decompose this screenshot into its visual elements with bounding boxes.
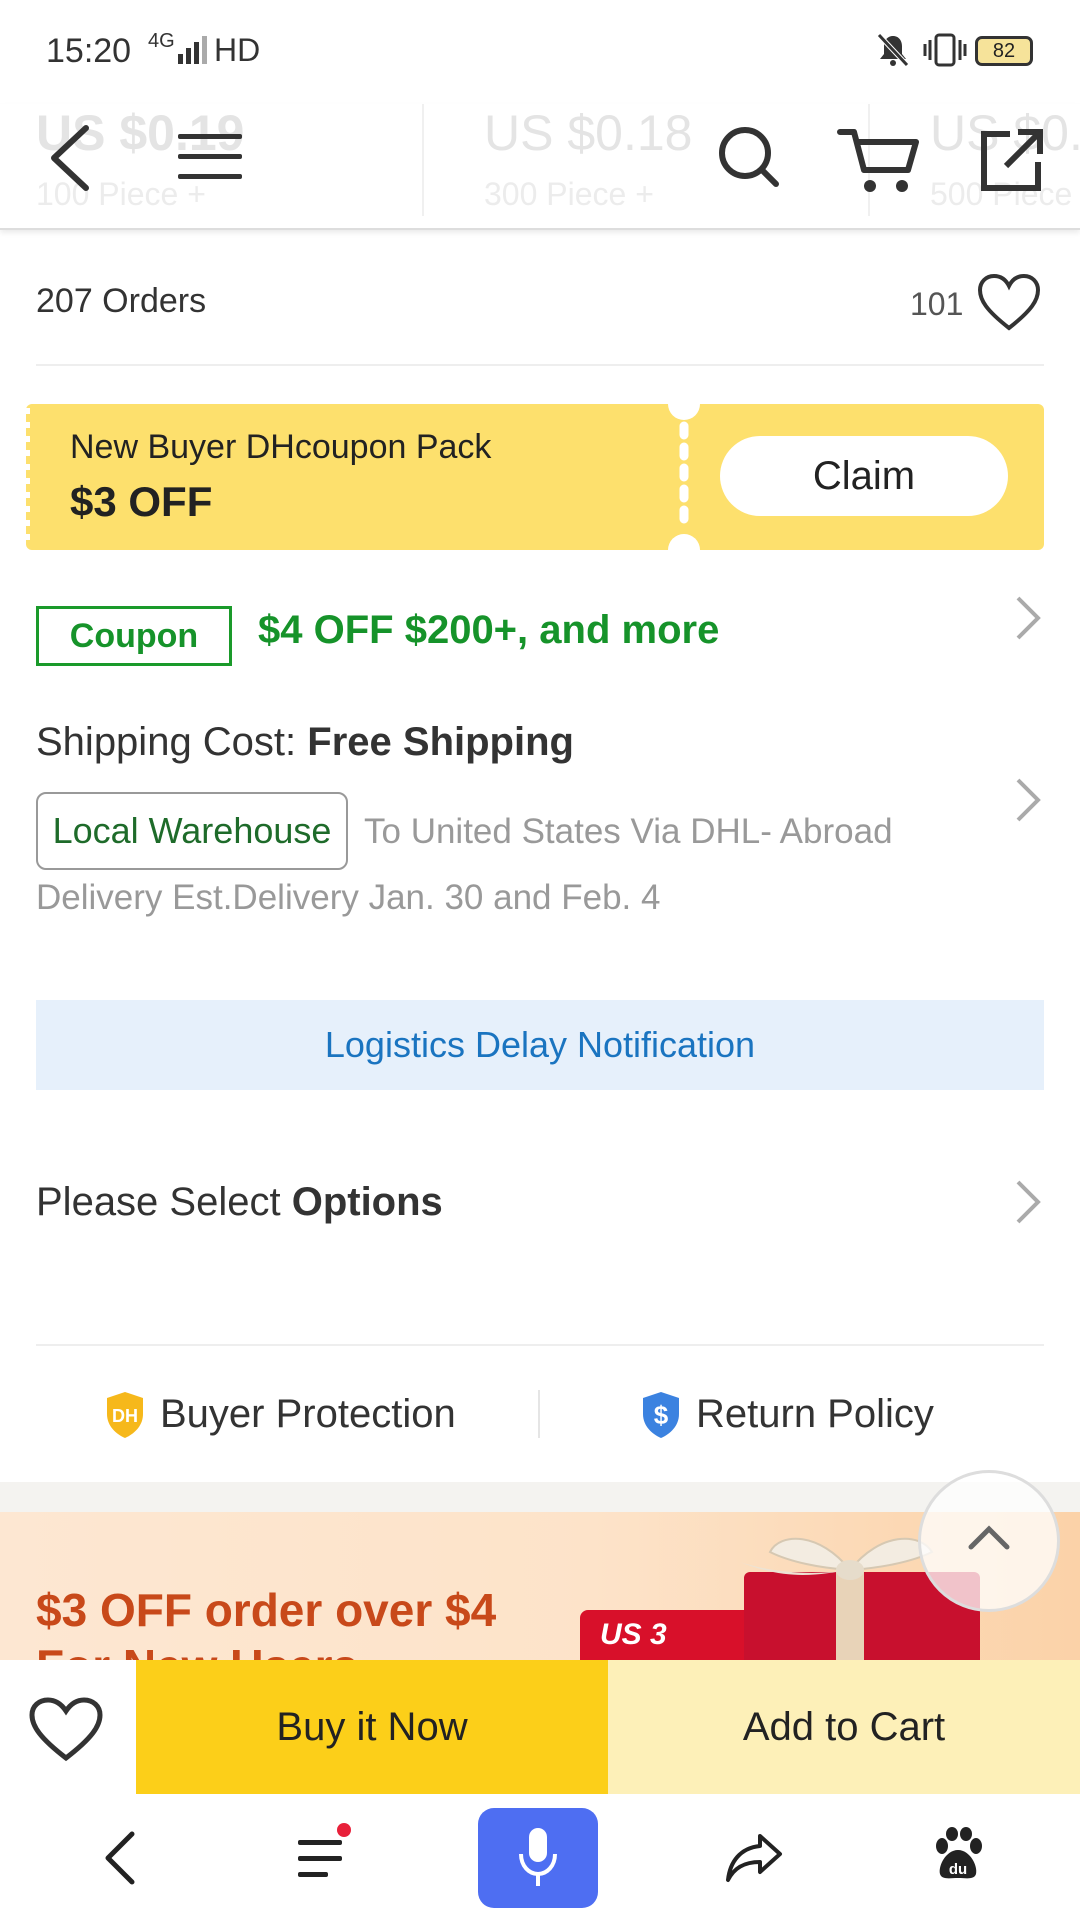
coupon-edge	[26, 408, 30, 546]
return-policy-shield-icon: $	[643, 1392, 679, 1438]
promo-text: $3 OFF order over $4 For New Users	[36, 1582, 496, 1660]
nav-share-icon[interactable]	[724, 1832, 784, 1884]
wishlist-heart-icon[interactable]	[28, 1696, 104, 1762]
buyer-protection-label[interactable]: Buyer Protection	[160, 1392, 456, 1437]
shipping-route: To United States Via DHL- Abroad	[364, 812, 893, 851]
bell-muted-icon	[877, 33, 909, 67]
share-external-icon[interactable]	[980, 128, 1044, 192]
promo-line2: For New Users	[36, 1638, 496, 1660]
baidu-paw-icon[interactable]: du	[930, 1826, 986, 1882]
add-to-cart-button[interactable]: Add to Cart	[608, 1660, 1080, 1794]
tier-divider	[422, 104, 424, 216]
chevron-right-icon[interactable]	[1012, 774, 1044, 826]
chevron-up-icon	[968, 1525, 1010, 1550]
shipping-value: Free Shipping	[307, 720, 574, 764]
coupon-pack-title: New Buyer DHcoupon Pack	[70, 428, 492, 466]
menu-icon[interactable]	[176, 130, 246, 186]
return-policy-label[interactable]: Return Policy	[696, 1392, 934, 1437]
signal-icon	[178, 36, 207, 64]
coupon-perforation	[668, 394, 700, 560]
buy-now-button[interactable]: Buy it Now	[136, 1660, 608, 1794]
favorite-heart-icon[interactable]	[976, 272, 1042, 332]
network-indicator: 4G	[148, 30, 175, 52]
shipping-label: Shipping Cost:	[36, 720, 308, 764]
logistics-delay-notification[interactable]: Logistics Delay Notification	[36, 1000, 1044, 1090]
claim-button[interactable]: Claim	[720, 436, 1008, 516]
coupon-badge: Coupon	[36, 606, 232, 666]
price-tier: US $0.18 300 Piece +	[484, 104, 864, 228]
nav-menu-icon[interactable]	[296, 1822, 356, 1886]
guarantee-divider	[538, 1390, 540, 1438]
microphone-icon	[519, 1828, 557, 1886]
tier-qty: 300 Piece +	[484, 176, 654, 212]
section-separator	[0, 1482, 1080, 1512]
top-header: US $0.19 100 Piece + US $0.18 300 Piece …	[0, 104, 1080, 230]
promo-line1: $3 OFF order over $4	[36, 1584, 497, 1636]
vibrate-icon	[923, 33, 967, 67]
svg-text:du: du	[949, 1861, 967, 1878]
coupon-pack-amount: $3 OFF	[70, 478, 213, 525]
chevron-right-icon[interactable]	[1012, 592, 1044, 644]
chevron-right-icon[interactable]	[1012, 1176, 1044, 1228]
divider	[36, 364, 1044, 366]
scroll-to-top-button[interactable]	[918, 1470, 1060, 1612]
shipping-cost: Shipping Cost: Free Shipping	[36, 720, 574, 765]
buyer-protection-shield-icon: DH	[107, 1392, 143, 1438]
coupon-offer-text[interactable]: $4 OFF $200+, and more	[258, 608, 719, 653]
search-icon[interactable]	[716, 124, 782, 190]
options-bold: Options	[291, 1180, 443, 1224]
options-prefix: Please Select	[36, 1180, 292, 1224]
battery-indicator: 82	[975, 36, 1033, 66]
status-bar: 15:20 4G HD 82	[0, 0, 1080, 104]
status-time: 15:20	[46, 32, 132, 70]
favorites-count: 101	[910, 286, 964, 322]
cart-icon[interactable]	[836, 124, 920, 196]
local-warehouse-tag: Local Warehouse	[36, 792, 348, 870]
back-icon[interactable]	[44, 122, 94, 192]
voice-search-button[interactable]	[478, 1808, 598, 1908]
nav-back-icon[interactable]	[100, 1828, 140, 1888]
tier-price: US $0.18	[484, 105, 693, 161]
divider	[36, 1344, 1044, 1346]
delivery-estimate: Delivery Est.Delivery Jan. 30 and Feb. 4	[36, 878, 661, 917]
hd-indicator: HD	[214, 32, 261, 68]
svg-text:DH: DH	[112, 1406, 138, 1426]
orders-count: 207 Orders	[36, 282, 207, 320]
svg-text:$: $	[654, 1400, 669, 1430]
select-options-row[interactable]: Please Select Options	[36, 1180, 443, 1225]
